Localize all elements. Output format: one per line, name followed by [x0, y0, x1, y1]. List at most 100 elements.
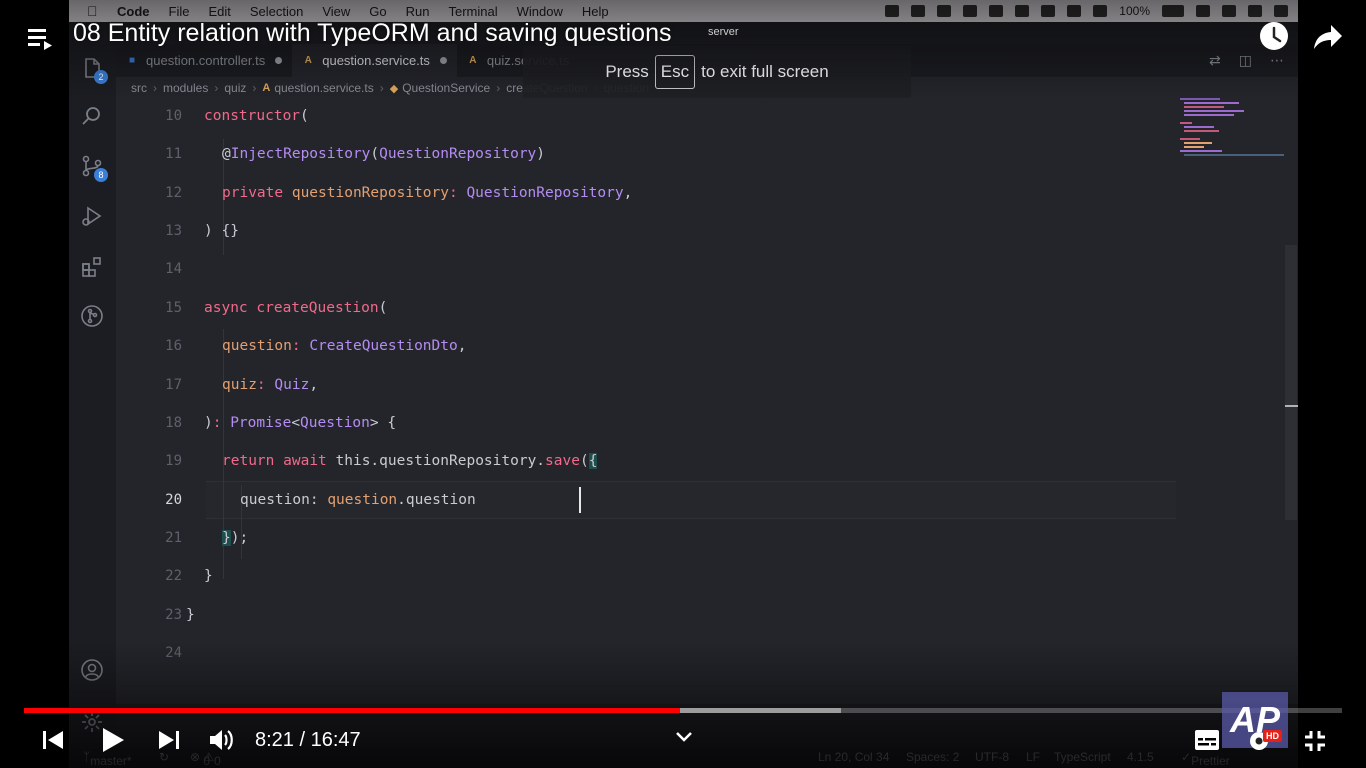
unsaved-dot-icon — [275, 57, 283, 64]
chevron-down-icon[interactable] — [674, 728, 694, 746]
apple-icon:  — [87, 3, 101, 19]
extensions-icon[interactable] — [80, 254, 104, 278]
next-icon[interactable] — [158, 730, 180, 750]
battery-percent: 100% — [1119, 4, 1150, 18]
code-line: ) {} — [204, 223, 239, 239]
code-line: quiz: Quiz, — [222, 377, 319, 393]
line-number: 18 — [165, 415, 182, 431]
breadcrumb-item[interactable]: quiz — [224, 81, 246, 95]
subtitles-icon[interactable] — [1194, 729, 1220, 751]
watch-later-icon[interactable] — [1259, 21, 1289, 51]
menu-terminal[interactable]: Terminal — [449, 4, 498, 19]
tray-icon[interactable] — [989, 5, 1004, 17]
tray-icon[interactable] — [963, 5, 978, 17]
volume-icon[interactable] — [1093, 5, 1108, 17]
source-control-icon[interactable]: 8 — [80, 154, 108, 182]
encoding[interactable]: UTF-8 — [975, 750, 1009, 764]
git-graph-icon[interactable] — [80, 304, 104, 328]
progress-played — [24, 708, 680, 713]
indentation[interactable]: Spaces: 2 — [906, 750, 959, 764]
previous-icon[interactable] — [42, 730, 64, 750]
volume-icon[interactable] — [209, 728, 235, 752]
exit-fullscreen-icon[interactable] — [1303, 729, 1327, 753]
prettier-status[interactable]: ✓ Prettier — [1181, 750, 1230, 768]
problems-indicator[interactable]: ⊗ 0 ⚠ 0 — [190, 750, 221, 768]
code-line: } — [204, 568, 213, 584]
activity-bar: 2 8 — [69, 44, 116, 768]
tray-icon[interactable] — [937, 5, 952, 17]
breadcrumb-item[interactable]: src — [131, 81, 147, 95]
vertical-scrollbar[interactable] — [1285, 245, 1297, 520]
code-line: }); — [222, 530, 249, 546]
menu-run[interactable]: Run — [406, 4, 430, 19]
cursor-position[interactable]: Ln 20, Col 34 — [818, 750, 889, 764]
source-control-badge: 8 — [94, 168, 108, 182]
spotlight-icon[interactable] — [1196, 5, 1210, 17]
fullscreen-notice-text: to exit full screen — [701, 62, 829, 81]
tray-icon[interactable] — [1041, 5, 1056, 17]
chevron-right-icon: › — [379, 81, 384, 95]
explorer-icon[interactable]: 2 — [80, 56, 108, 84]
menu-file[interactable]: File — [169, 4, 190, 19]
code-line: question: CreateQuestionDto, — [222, 338, 467, 354]
breadcrumb-item[interactable]: QuestionService — [402, 81, 490, 95]
line-number: 11 — [165, 146, 182, 162]
more-actions-icon[interactable]: ⋯ — [1270, 52, 1284, 69]
tab-question-controller[interactable]: ■ question.controller.ts — [116, 44, 292, 77]
end-of-line[interactable]: LF — [1026, 750, 1040, 764]
search-icon[interactable] — [80, 104, 104, 128]
line-number: 16 — [165, 338, 182, 354]
hd-badge: HD — [1263, 730, 1282, 742]
breadcrumb-item[interactable]: modules — [163, 81, 208, 95]
playlist-icon[interactable] — [28, 26, 54, 52]
notification-center-icon[interactable] — [1274, 5, 1288, 17]
chevron-right-icon: › — [153, 81, 157, 95]
battery-icon[interactable] — [1162, 5, 1184, 17]
share-icon[interactable] — [1313, 23, 1343, 51]
play-icon[interactable] — [101, 727, 125, 753]
accounts-icon[interactable] — [80, 658, 104, 682]
git-branch[interactable]: ᛉ master* — [83, 750, 132, 768]
tray-icon[interactable] — [1015, 5, 1030, 17]
menu-view[interactable]: View — [322, 4, 350, 19]
minimap[interactable] — [1180, 98, 1290, 168]
code-editor[interactable]: 10 11 12 13 14 15 16 17 18 19 20 21 22 2… — [116, 99, 1298, 704]
code-line: @InjectRepository(QuestionRepository) — [222, 146, 546, 162]
code-line: async createQuestion( — [204, 300, 388, 316]
line-number: 17 — [165, 377, 182, 393]
fullscreen-notice-text: Press — [605, 62, 649, 81]
video-title[interactable]: 08 Entity relation with TypeORM and savi… — [73, 19, 671, 48]
chevron-right-icon: › — [214, 81, 219, 95]
nest-icon: ■ — [128, 54, 136, 66]
angular-icon: A — [262, 82, 271, 94]
run-debug-icon[interactable] — [80, 204, 104, 228]
menu-go[interactable]: Go — [369, 4, 386, 19]
code-line: } — [186, 607, 195, 623]
menu-help[interactable]: Help — [582, 4, 609, 19]
code-line: question: question.question — [240, 492, 476, 508]
tab-label: question.service.ts — [322, 53, 430, 68]
line-number-current: 20 — [165, 492, 182, 508]
siri-icon[interactable] — [1248, 5, 1262, 17]
menu-selection[interactable]: Selection — [250, 4, 303, 19]
split-editor-icon[interactable]: ◫ — [1239, 52, 1252, 69]
angular-icon: A — [469, 54, 477, 66]
progress-bar[interactable] — [24, 708, 1342, 713]
language-mode[interactable]: TypeScript — [1054, 750, 1111, 764]
breadcrumb-item[interactable]: question.service.ts — [274, 81, 373, 95]
wifi-icon[interactable] — [1222, 5, 1236, 17]
app-tray-icon[interactable] — [885, 5, 900, 17]
menu-edit[interactable]: Edit — [208, 4, 230, 19]
angular-icon: A — [304, 54, 312, 66]
menu-code[interactable]: Code — [117, 4, 150, 19]
dropbox-icon[interactable] — [911, 5, 926, 17]
menu-window[interactable]: Window — [517, 4, 563, 19]
ts-version[interactable]: 4.1.5 — [1127, 750, 1154, 764]
bluetooth-icon[interactable] — [1067, 5, 1082, 17]
line-number: 19 — [165, 453, 182, 469]
sync-icon[interactable]: ↻ — [159, 750, 169, 764]
open-changes-icon[interactable]: ⇄ — [1209, 52, 1221, 69]
scrollbar-cursor-marker — [1285, 405, 1298, 407]
code-line: ): Promise<Question> { — [204, 415, 397, 431]
tab-question-service[interactable]: A question.service.ts — [292, 44, 457, 77]
